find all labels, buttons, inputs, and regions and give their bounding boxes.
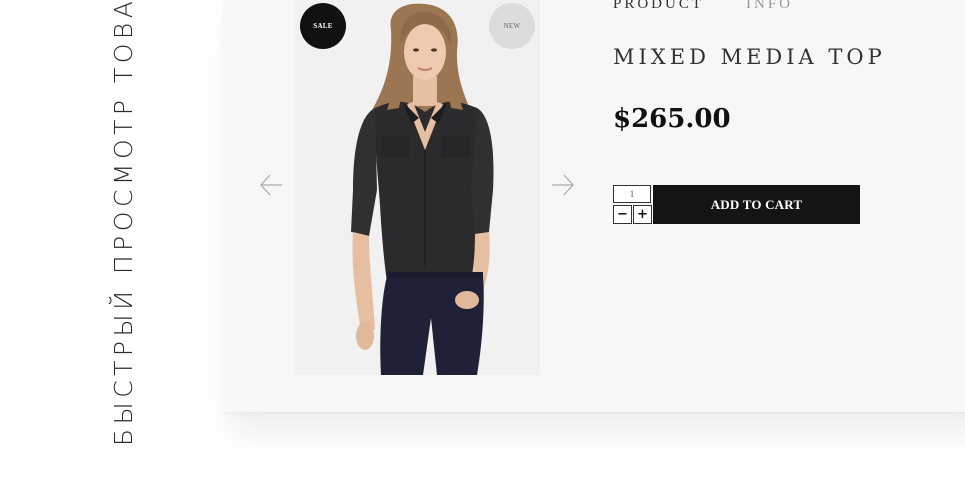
product-price: $265.00 [613, 104, 731, 134]
sale-badge: SALE [300, 3, 346, 49]
left-sleeve [351, 108, 377, 236]
previous-image-button[interactable] [258, 172, 284, 198]
quantity-increase-button[interactable]: + [633, 205, 652, 224]
product-image[interactable] [295, 0, 540, 375]
quick-view-stage: БЫСТРЫЙ ПРОСМОТР ТОВАРА SALE NEW PRODUCT… [0, 0, 965, 500]
product-title: MIXED MEDIA TOP [613, 45, 886, 69]
left-arm [352, 232, 375, 330]
quick-view-heading: БЫСТРЫЙ ПРОСМОТР ТОВАРА [109, 0, 138, 446]
tab-info[interactable]: INFO [746, 0, 793, 13]
quantity-decrease-button[interactable]: − [613, 205, 632, 224]
quantity-input[interactable] [613, 185, 651, 203]
new-badge: NEW [489, 3, 535, 49]
add-to-cart-button[interactable]: ADD TO CART [653, 185, 860, 224]
neck [413, 76, 437, 106]
next-image-button[interactable] [550, 172, 576, 198]
tab-product[interactable]: PRODUCT [613, 0, 704, 13]
model-illustration [351, 3, 494, 375]
arrow-right-icon [552, 174, 574, 196]
jeans [380, 276, 484, 375]
product-tabs: PRODUCT INFO [613, 0, 793, 13]
face [404, 24, 446, 80]
arrow-left-icon [260, 174, 282, 196]
